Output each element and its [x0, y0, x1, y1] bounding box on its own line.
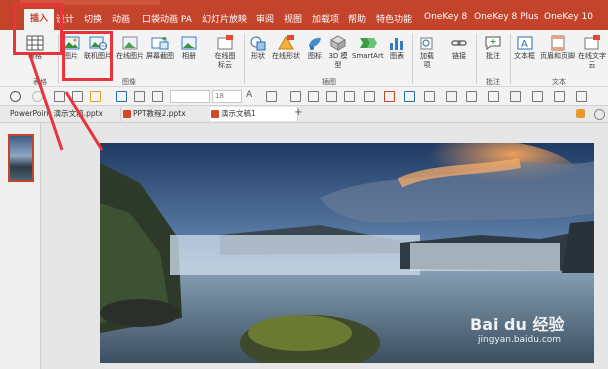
arrow-overlay — [28, 54, 104, 151]
arrow-line — [28, 54, 64, 151]
arrow-line — [64, 91, 104, 151]
